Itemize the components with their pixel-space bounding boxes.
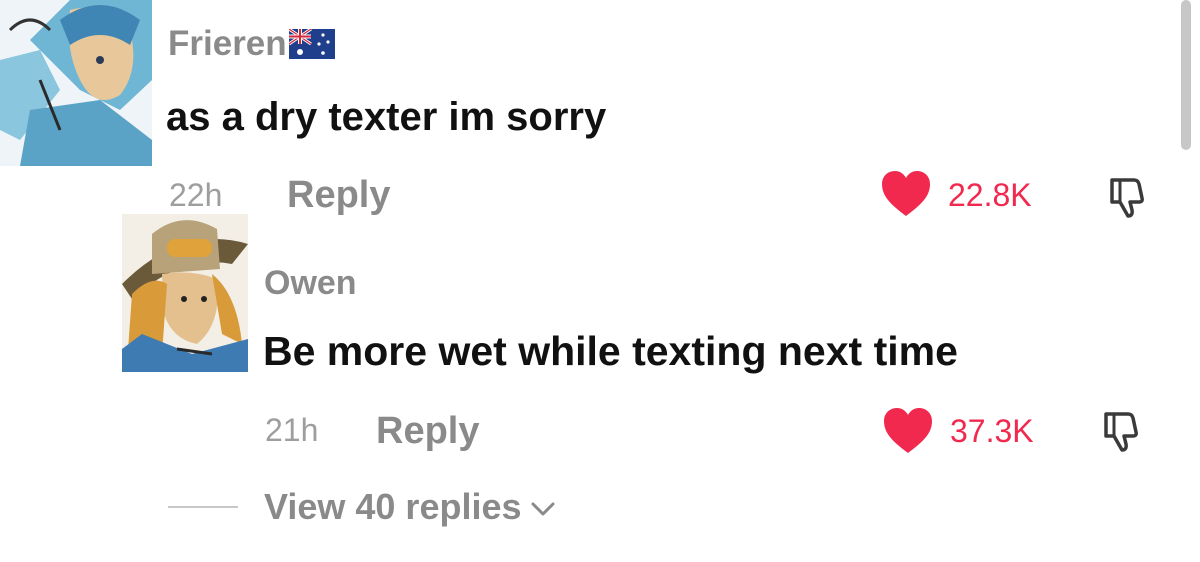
thumbs-down-icon[interactable] (1104, 172, 1152, 220)
view-replies-button[interactable]: View 40 replies (264, 486, 556, 528)
divider (168, 506, 238, 508)
reply-button[interactable]: Reply (287, 174, 390, 217)
view-replies-label[interactable]: View 40 replies (264, 486, 522, 528)
comment-text: Be more wet while texting next time (263, 328, 958, 374)
thumbs-down-icon[interactable] (1098, 406, 1146, 454)
scrollbar[interactable] (1181, 0, 1191, 150)
australia-flag-icon (288, 29, 335, 59)
anime-avatar-icon (122, 214, 248, 372)
chevron-down-icon (531, 502, 555, 516)
comment-username[interactable]: Frieren (168, 24, 335, 64)
comment-text: as a dry texter im sorry (166, 95, 607, 139)
avatar[interactable] (122, 214, 248, 372)
heart-icon[interactable] (880, 170, 932, 218)
anime-avatar-icon (0, 0, 152, 166)
reply-button[interactable]: Reply (376, 410, 479, 453)
comment-timestamp: 22h (169, 177, 223, 213)
heart-icon[interactable] (882, 407, 934, 455)
avatar[interactable] (0, 0, 152, 166)
like-count: 37.3K (950, 413, 1034, 449)
like-count: 22.8K (948, 177, 1032, 213)
comment-timestamp: 21h (265, 412, 319, 448)
comment-username[interactable]: Owen (264, 264, 357, 303)
